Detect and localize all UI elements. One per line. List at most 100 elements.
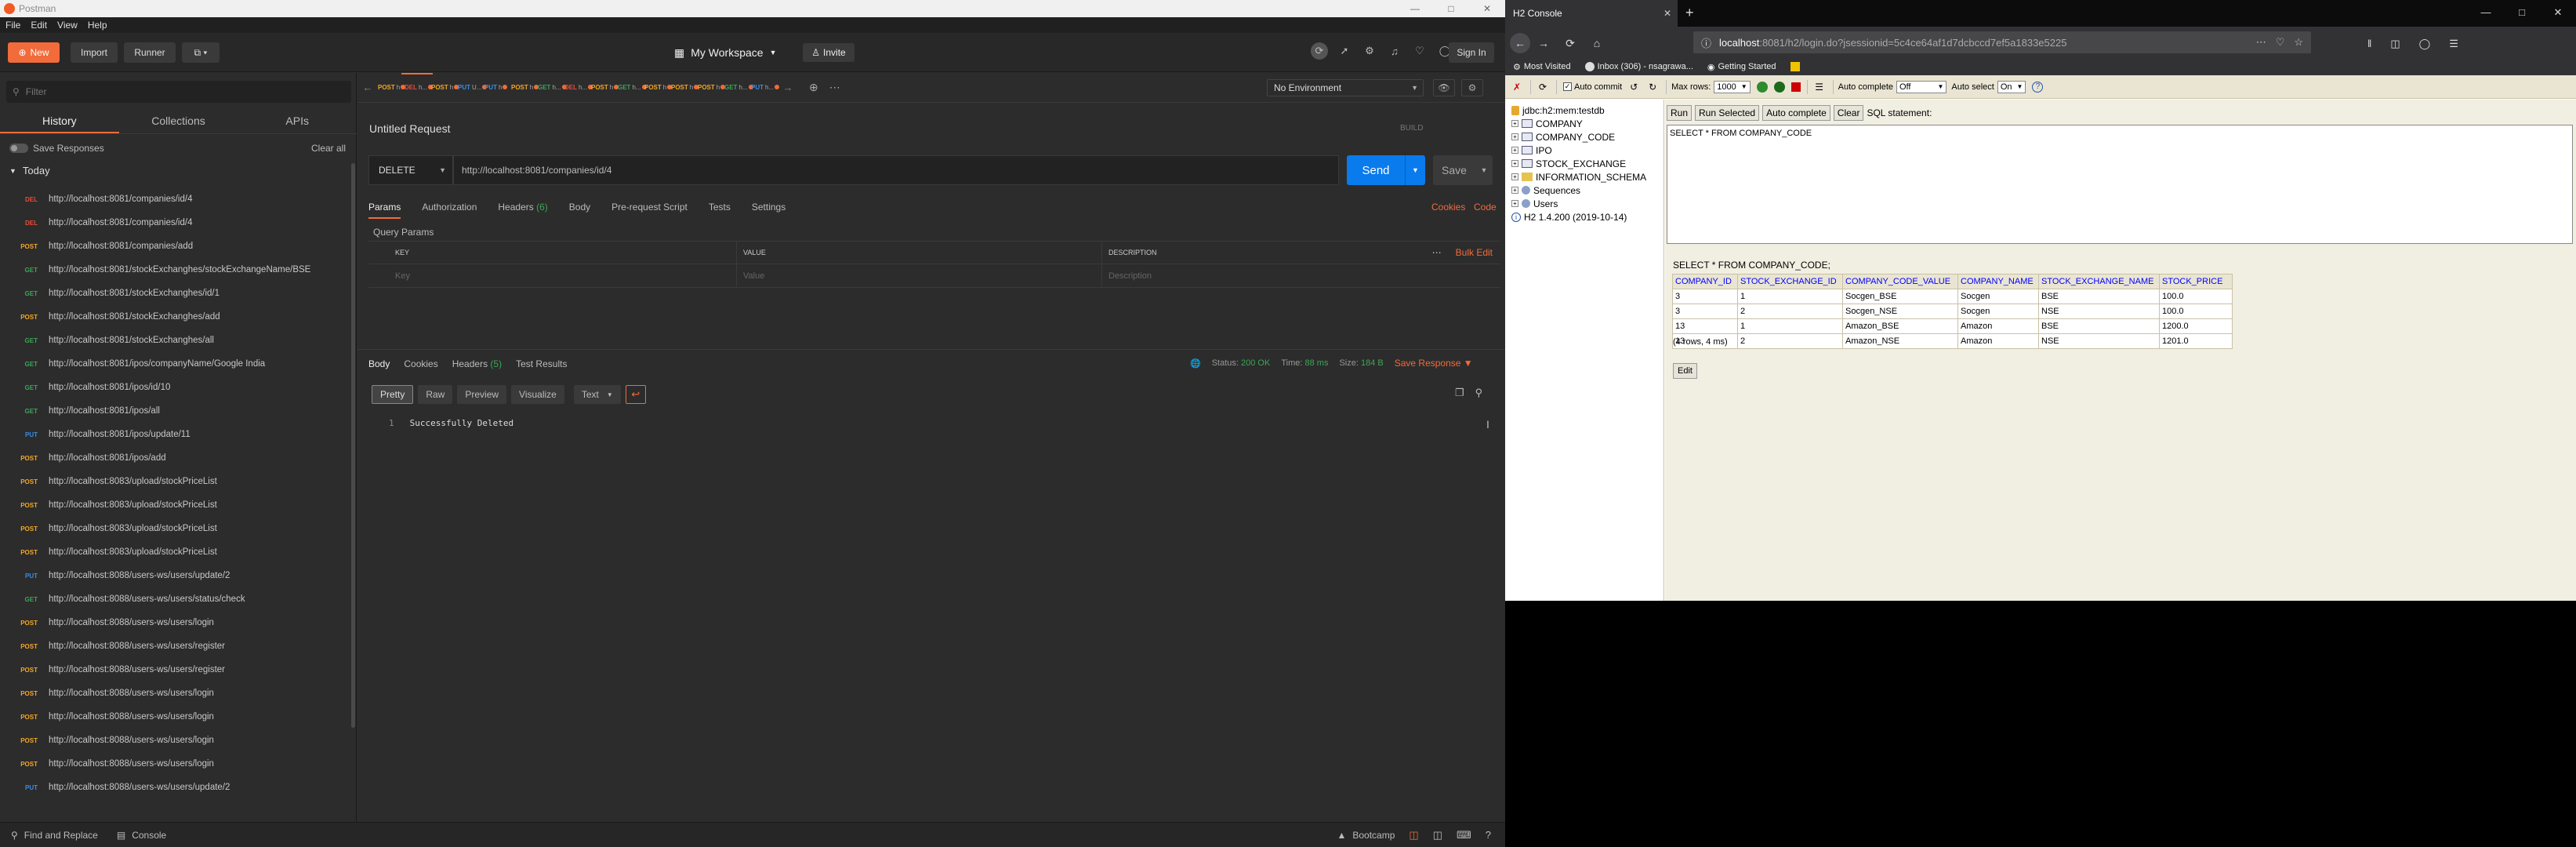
tab-body[interactable]: Body — [569, 202, 590, 213]
menu-help[interactable]: Help — [88, 20, 107, 31]
save-options-icon[interactable]: ▼ — [1475, 166, 1493, 174]
layout-split-icon[interactable]: ◫ — [1433, 829, 1442, 842]
environment-select[interactable]: No Environment ▼ — [1267, 79, 1424, 96]
key-input[interactable]: Key — [368, 264, 737, 288]
rollback-icon[interactable]: ↺ — [1627, 80, 1641, 94]
cookies-link[interactable]: Cookies — [1431, 202, 1465, 213]
console-button[interactable]: ▤ Console — [117, 830, 166, 841]
auto-commit-checkbox[interactable]: ✓ — [1563, 82, 1572, 91]
more-tabs-icon[interactable]: ⋯ — [829, 81, 840, 94]
copy-icon[interactable]: ❐ — [1455, 387, 1464, 399]
max-rows-select[interactable]: 1000 ▼ — [1714, 80, 1751, 93]
view-pretty[interactable]: Pretty — [372, 385, 414, 404]
history-item[interactable]: GET http://localhost:8081/ipos/companyNam… — [0, 352, 349, 376]
bookmark-getting-started[interactable]: ◉ Getting Started — [1707, 62, 1776, 72]
browser-tab[interactable]: H2 Console ✕ — [1505, 0, 1678, 27]
save-response-button[interactable]: Save Response ▼ — [1395, 358, 1473, 369]
history-item[interactable]: POST http://localhost:8083/upload/stockPr… — [0, 540, 349, 564]
request-tab[interactable]: PUT h... — [751, 84, 780, 91]
tabs-scroll-right-icon[interactable]: → — [778, 82, 798, 93]
request-tab[interactable]: POST h — [431, 84, 459, 91]
request-tab[interactable]: DEL h... — [564, 84, 593, 91]
close-icon[interactable]: ✕ — [1469, 3, 1505, 14]
history-icon[interactable]: ☰ — [1812, 80, 1827, 94]
pocket-icon[interactable]: ♡ — [2276, 36, 2285, 49]
info-icon[interactable]: ⓘ — [1701, 35, 1711, 50]
expand-icon[interactable]: + — [1511, 187, 1518, 194]
tab-collections[interactable]: Collections — [119, 109, 238, 133]
expand-icon[interactable]: + — [1511, 160, 1518, 167]
settings-icon[interactable]: ⚙ — [1361, 42, 1378, 60]
request-tab[interactable]: POST h — [671, 84, 699, 91]
expand-icon[interactable]: + — [1511, 147, 1518, 154]
history-group-today[interactable]: ▼ Today — [9, 165, 50, 176]
minimize-icon[interactable]: — — [2468, 0, 2504, 25]
resp-tab-cookies[interactable]: Cookies — [404, 358, 437, 369]
invite-button[interactable]: ♙ Invite — [803, 43, 854, 62]
history-item[interactable]: POST http://localhost:8088/users-ws/users… — [0, 634, 349, 658]
expand-icon[interactable]: + — [1511, 173, 1518, 180]
more-options-icon[interactable]: ⋯ — [1432, 247, 1442, 258]
history-item[interactable]: PUT http://localhost:8088/users-ws/users/… — [0, 776, 349, 799]
run-selected-icon[interactable] — [1773, 81, 1785, 93]
disconnect-icon[interactable]: ✗ — [1510, 80, 1524, 94]
view-preview[interactable]: Preview — [457, 385, 507, 404]
history-item[interactable]: POST http://localhost:8081/ipos/add — [0, 446, 349, 470]
maximize-icon[interactable]: □ — [2504, 0, 2540, 25]
sign-in-button[interactable]: Sign In — [1449, 42, 1494, 63]
bookmark-star-icon[interactable]: ☆ — [2294, 36, 2303, 49]
tree-node[interactable]: + Sequences — [1505, 184, 1664, 197]
request-tab[interactable]: POST h — [698, 84, 726, 91]
history-item[interactable]: POST http://localhost:8088/users-ws/users… — [0, 705, 349, 729]
bulk-edit-link[interactable]: Bulk Edit — [1456, 247, 1493, 258]
layout-single-icon[interactable]: ◫ — [1409, 829, 1418, 842]
request-tab[interactable]: PUT U... — [458, 84, 488, 91]
new-button[interactable]: ⊕ New — [8, 42, 60, 63]
help-icon[interactable]: ? — [2032, 81, 2044, 93]
forward-icon[interactable]: → — [1533, 33, 1554, 53]
tab-tests[interactable]: Tests — [709, 202, 731, 213]
reload-icon[interactable]: ⟳ — [1560, 33, 1580, 53]
history-item[interactable]: GET http://localhost:8081/stockExchanghes… — [0, 282, 349, 305]
history-item[interactable]: GET http://localhost:8088/users-ws/users/… — [0, 587, 349, 611]
history-item[interactable]: POST http://localhost:8088/users-ws/users… — [0, 611, 349, 634]
run-button[interactable]: Run — [1667, 105, 1693, 121]
tree-node[interactable]: + COMPANY — [1505, 117, 1664, 130]
tree-node[interactable]: + INFORMATION_SCHEMA — [1505, 170, 1664, 184]
run-icon[interactable] — [1756, 81, 1768, 93]
request-tab[interactable]: PUT h — [484, 84, 511, 91]
method-select[interactable]: DELETE ▼ — [368, 155, 453, 185]
tab-pre-request-script[interactable]: Pre-request Script — [611, 202, 688, 213]
search-icon[interactable]: ⚲ — [1475, 387, 1483, 399]
sql-editor[interactable]: SELECT * FROM COMPANY_CODE — [1667, 125, 2573, 244]
minimize-icon[interactable]: — — [1397, 3, 1433, 14]
keyboard-icon[interactable]: ⌨ — [1457, 829, 1471, 842]
history-item[interactable]: POST http://localhost:8088/users-ws/users… — [0, 729, 349, 752]
bookmark-favicon-icon[interactable] — [1790, 62, 1800, 71]
history-item[interactable]: PUT http://localhost:8081/ipos/update/11 — [0, 423, 349, 446]
expand-icon[interactable]: + — [1511, 200, 1518, 207]
tab-params[interactable]: Params — [368, 202, 401, 219]
tab-settings[interactable]: Settings — [752, 202, 785, 213]
resp-tab-headers[interactable]: Headers (5) — [452, 358, 502, 369]
bookmark-most-visited[interactable]: ⚙ Most Visited — [1513, 62, 1571, 72]
bootcamp-button[interactable]: ▲ Bootcamp — [1337, 830, 1395, 841]
send-button[interactable]: Send ▼ — [1347, 155, 1425, 185]
resp-tab-body[interactable]: Body — [368, 358, 390, 369]
home-icon[interactable]: ⌂ — [1587, 33, 1607, 53]
bookmark-inbox[interactable]: Inbox (306) - nsagrawa... — [1584, 62, 1693, 71]
find-replace-button[interactable]: ⚲ Find and Replace — [11, 830, 98, 841]
description-input[interactable]: Description — [1102, 264, 1408, 288]
new-window-button[interactable]: ⧉ ▾ — [182, 42, 220, 63]
menu-view[interactable]: View — [57, 20, 78, 31]
wrap-lines-icon[interactable]: ↩ — [625, 385, 646, 404]
save-button[interactable]: Save ▼ — [1433, 155, 1493, 185]
manage-environments-icon[interactable]: ⚙ — [1461, 79, 1483, 96]
tab-history[interactable]: History — [0, 109, 119, 133]
format-select[interactable]: Text ▼ — [573, 385, 621, 404]
import-button[interactable]: Import — [71, 42, 118, 63]
sync-icon[interactable]: ⟳ — [1311, 42, 1328, 60]
code-link[interactable]: Code — [1474, 202, 1497, 213]
close-tab-icon[interactable]: ✕ — [1664, 8, 1671, 19]
tree-db-node[interactable]: jdbc:h2:mem:testdb — [1505, 104, 1664, 117]
